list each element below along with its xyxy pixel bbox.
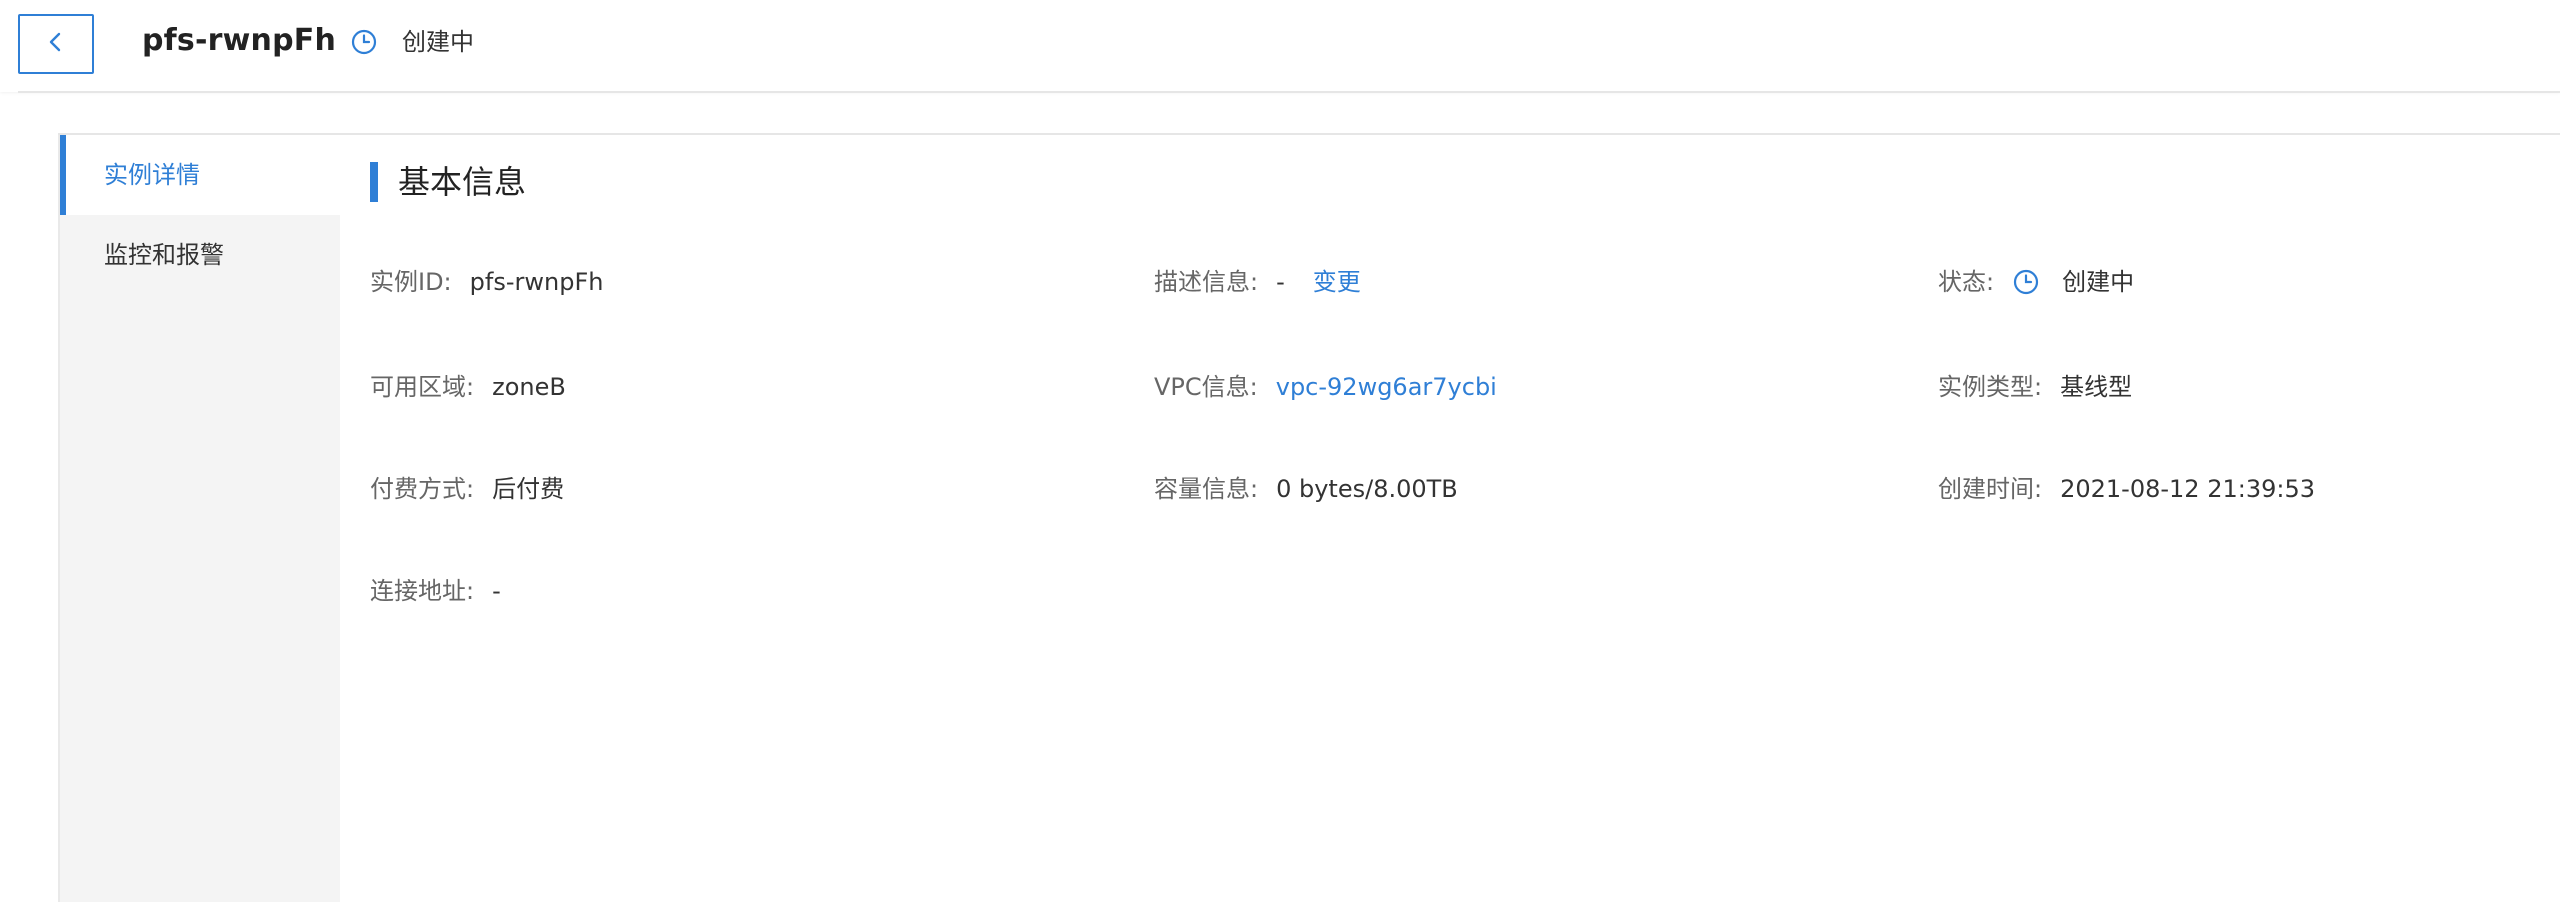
- field-label: 可用区域:: [370, 373, 475, 401]
- field-label: 连接地址:: [370, 577, 475, 605]
- field-billing: 付费方式: 后付费: [370, 471, 564, 507]
- field-capacity: 容量信息: 0 bytes/8.00TB: [1154, 471, 1458, 507]
- chevron-left-icon: [45, 31, 67, 57]
- field-label: 实例ID:: [370, 268, 452, 296]
- field-label: VPC信息:: [1154, 373, 1258, 401]
- content-divider: [58, 133, 2560, 135]
- field-description: 描述信息: - 变更: [1154, 264, 1361, 300]
- field-value: 基线型: [2060, 373, 2133, 401]
- top-bar: pfs-rwnpFh 创建中: [0, 0, 2560, 92]
- field-label: 创建时间:: [1938, 475, 2043, 503]
- section-title: 基本信息: [398, 163, 527, 201]
- back-button[interactable]: [18, 14, 94, 74]
- header-divider: [18, 91, 2560, 93]
- header-status-text: 创建中: [402, 28, 474, 56]
- sidebar: 实例详情 监控和报警: [58, 135, 342, 902]
- vpc-link[interactable]: vpc-92wg6ar7ycbi: [1276, 369, 1497, 405]
- clock-icon: [2012, 268, 2040, 296]
- clock-icon: [350, 28, 378, 56]
- field-instance-id: 实例ID: pfs-rwnpFh: [370, 264, 603, 300]
- field-status: 状态: 创建中: [1938, 264, 2134, 300]
- field-value: 后付费: [492, 475, 565, 503]
- section-accent-bar: [370, 162, 378, 202]
- field-instance-type: 实例类型: 基线型: [1938, 369, 2132, 405]
- field-value: 0 bytes/8.00TB: [1276, 475, 1458, 503]
- field-vpc: VPC信息: vpc-92wg6ar7ycbi: [1154, 369, 1497, 405]
- field-value: 2021-08-12 21:39:53: [2060, 475, 2315, 503]
- field-label: 付费方式:: [370, 475, 475, 503]
- field-value: 创建中: [2062, 268, 2135, 296]
- field-value: pfs-rwnpFh: [469, 268, 604, 296]
- field-label: 状态:: [1938, 268, 1995, 296]
- field-label: 实例类型:: [1938, 373, 2043, 401]
- field-value: zoneB: [492, 373, 566, 401]
- field-endpoint: 连接地址: -: [370, 573, 501, 609]
- field-label: 描述信息:: [1154, 268, 1259, 296]
- field-value: -: [1276, 268, 1285, 296]
- field-zone: 可用区域: zoneB: [370, 369, 566, 405]
- sidebar-item-instance-details[interactable]: 实例详情: [60, 135, 342, 215]
- field-created-at: 创建时间: 2021-08-12 21:39:53: [1938, 471, 2315, 507]
- field-label: 容量信息:: [1154, 475, 1259, 503]
- change-description-link[interactable]: 变更: [1313, 264, 1361, 300]
- sidebar-item-monitoring-alerts[interactable]: 监控和报警: [60, 215, 342, 295]
- page-title: pfs-rwnpFh: [142, 23, 337, 58]
- field-value: -: [492, 577, 501, 605]
